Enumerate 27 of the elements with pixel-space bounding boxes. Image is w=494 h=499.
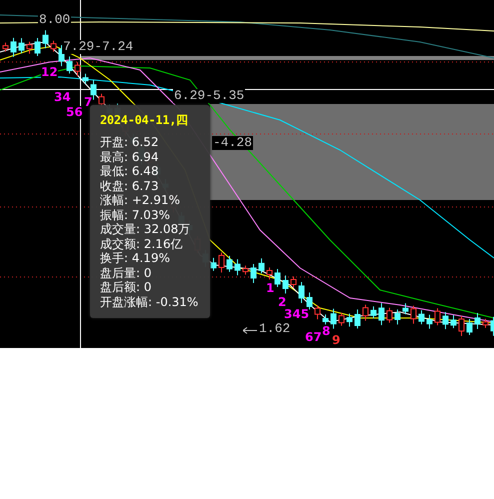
sequence-number: 12 — [41, 66, 58, 79]
tooltip-row-text: 成交量: 32.08万 — [100, 222, 192, 236]
tooltip-row-text: 换手: 4.19% — [100, 251, 171, 266]
tooltip-date: 2024-04-11,四 — [100, 112, 189, 129]
sequence-number: 9 — [332, 334, 340, 347]
sequence-number: 7 — [84, 96, 92, 109]
sequence-number: 67 — [305, 331, 322, 344]
price-label: 7.29-7.24 — [62, 40, 134, 54]
tooltip-row-text: 开盘: 6.52 — [100, 135, 160, 150]
price-label: -4.28 — [212, 136, 254, 150]
arrow-icon — [243, 327, 257, 334]
sequence-number: 8 — [322, 325, 330, 338]
tooltip-row-text: 涨幅: +2.91% — [100, 193, 182, 208]
sequence-number: 2 — [278, 296, 286, 309]
tooltip-row-text: 盘后量: 0 — [100, 266, 152, 280]
tooltip-row-text: 盘后额: 0 — [100, 280, 152, 294]
tooltip-row-text: 收盘: 6.73 — [100, 178, 160, 193]
tooltip-row-text: 最高: 6.94 — [100, 150, 160, 164]
sequence-number: 34 — [54, 91, 71, 104]
tooltip-row-text: 振幅: 7.03% — [100, 208, 171, 222]
sequence-number: 345 — [284, 308, 310, 321]
sequence-number: 56 — [66, 106, 83, 119]
tooltip-row-text: 成交额: 2.16亿 — [100, 236, 184, 251]
tooltip-row-text: 最低: 6.48 — [100, 164, 160, 178]
price-label: 6.29-5.35 — [173, 89, 246, 103]
sequence-number: 1 — [266, 282, 274, 295]
tooltip-row-text: 开盘涨幅: -0.31% — [100, 294, 200, 309]
